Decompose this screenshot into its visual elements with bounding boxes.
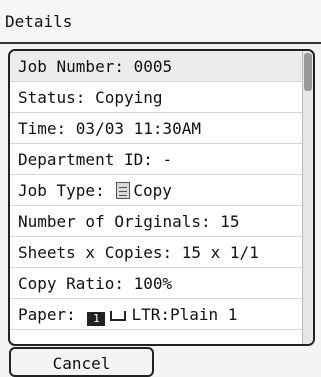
job-type-label: Job Type: [18, 181, 105, 200]
detail-number-of-originals[interactable]: Number of Originals: 15 [10, 206, 302, 237]
copy-document-icon [116, 182, 131, 199]
detail-time[interactable]: Time: 03/03 11:30AM [10, 113, 302, 144]
scrollbar[interactable] [302, 51, 313, 344]
cancel-button[interactable]: Cancel [9, 347, 154, 377]
page-title: Details [5, 12, 73, 31]
scrollbar-thumb[interactable] [304, 53, 312, 91]
detail-department-id[interactable]: Department ID: - [10, 144, 302, 175]
detail-paper[interactable]: Paper: 1 LTR:Plain 1 [10, 299, 302, 330]
job-type-value: Copy [133, 181, 172, 200]
detail-status[interactable]: Status: Copying [10, 82, 302, 113]
paper-tray-icon [110, 311, 127, 321]
paper-value: LTR:Plain 1 [131, 305, 238, 324]
details-list[interactable]: Job Number: 0005 Status: Copying Time: 0… [8, 49, 315, 346]
detail-job-type[interactable]: Job Type: Copy [10, 175, 302, 206]
detail-job-number[interactable]: Job Number: 0005 [10, 51, 302, 82]
detail-sheets-copies[interactable]: Sheets x Copies: 15 x 1/1 [10, 237, 302, 268]
paper-drawer-1-icon: 1 [87, 312, 106, 326]
paper-label: Paper: [18, 305, 76, 324]
cancel-button-label: Cancel [52, 354, 111, 373]
detail-copy-ratio[interactable]: Copy Ratio: 100% [10, 268, 302, 299]
title-bar: Details [0, 0, 321, 44]
